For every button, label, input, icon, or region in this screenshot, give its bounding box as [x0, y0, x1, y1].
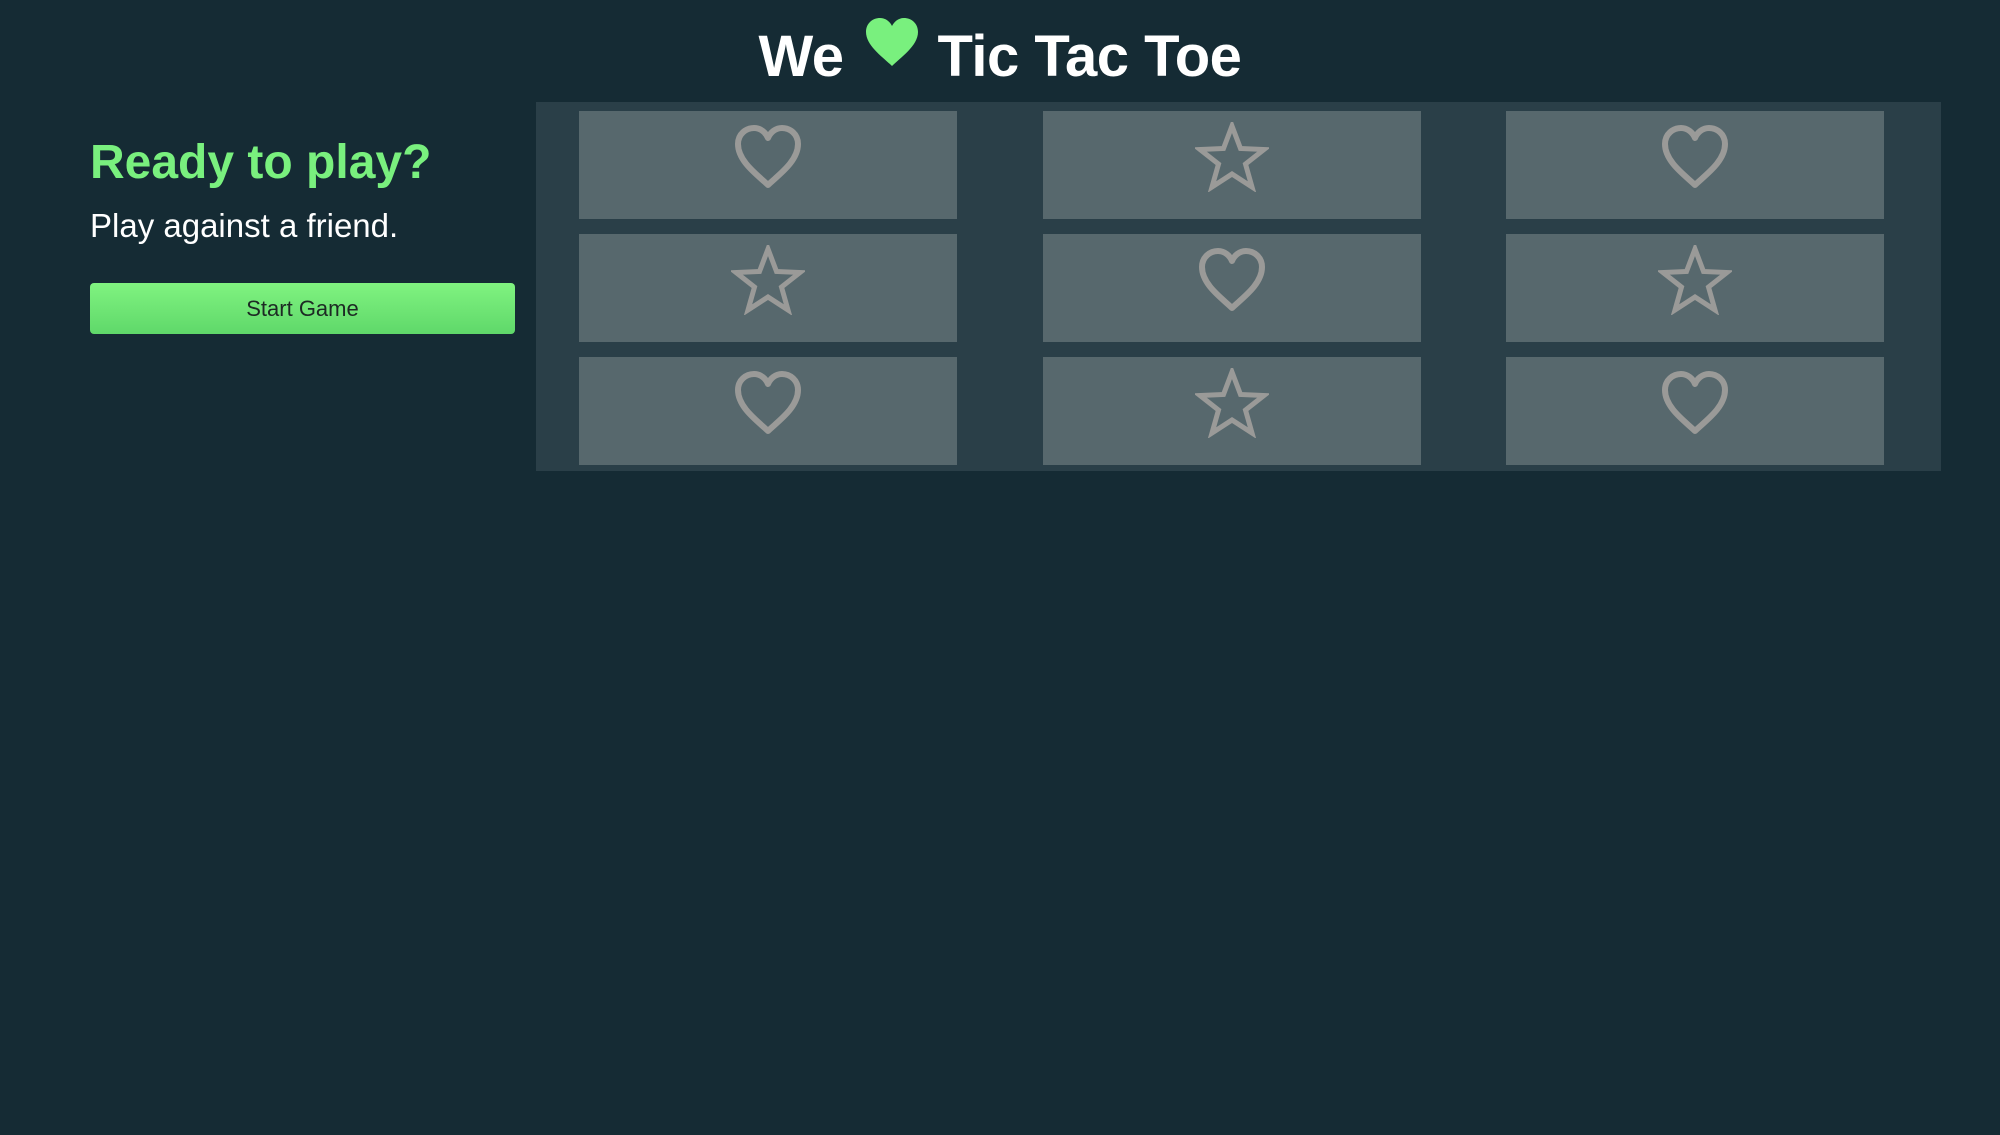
star-icon — [1195, 368, 1269, 438]
heart-icon — [1195, 248, 1269, 315]
board-cell[interactable] — [1043, 234, 1421, 342]
title-text-we: We — [758, 24, 844, 89]
heart-icon — [864, 18, 920, 68]
ready-heading: Ready to play? — [90, 136, 432, 189]
board-cell[interactable] — [579, 234, 957, 342]
board-cell[interactable] — [1043, 357, 1421, 465]
star-icon — [1195, 122, 1269, 192]
board-cell[interactable] — [1506, 234, 1884, 342]
board-cell[interactable] — [579, 357, 957, 465]
mode-subtitle: Play against a friend. — [90, 207, 399, 244]
title-text-game: Tic Tac Toe — [937, 24, 1242, 89]
heart-icon — [731, 371, 805, 438]
star-icon — [1658, 245, 1732, 315]
board-cell[interactable] — [1506, 111, 1884, 219]
sidebar: Ready to play? Play against a friend. St… — [90, 130, 515, 334]
start-game-button[interactable]: Start Game — [90, 283, 515, 334]
game-board — [536, 102, 1941, 471]
board-cell[interactable] — [579, 111, 957, 219]
page-title: We Tic Tac Toe — [0, 18, 2000, 94]
star-icon — [731, 245, 805, 315]
heart-icon — [1658, 371, 1732, 438]
heart-icon — [1658, 125, 1732, 192]
heart-icon — [731, 125, 805, 192]
board-cell[interactable] — [1506, 357, 1884, 465]
board-cell[interactable] — [1043, 111, 1421, 219]
